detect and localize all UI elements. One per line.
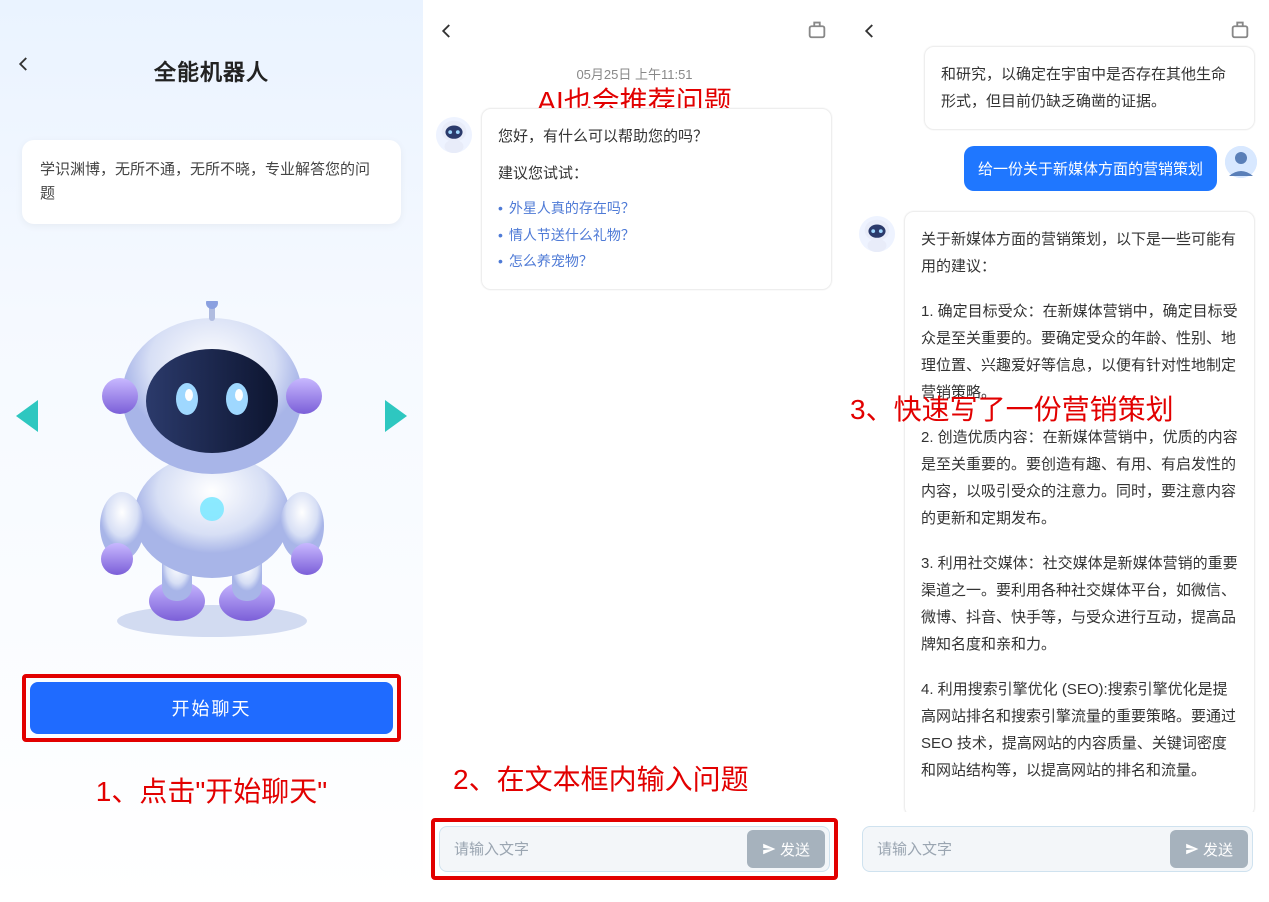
bot-reply-bubble: 关于新媒体方面的营销策划，以下是一些可能有用的建议： 1. 确定目标受众：在新媒… <box>904 211 1255 812</box>
send-button[interactable]: 发送 <box>1170 830 1248 868</box>
intro-text: 学识渊博，无所不通，无所不晓，专业解答您的问题 <box>22 140 401 224</box>
start-chat-button[interactable]: 开始聊天 <box>30 682 393 734</box>
send-icon <box>762 842 776 856</box>
robot-illustration <box>0 280 423 662</box>
greeting-bubble: 您好，有什么可以帮助您的吗？ 建议您试试： 外星人真的存在吗？ 情人节送什么礼物… <box>481 108 832 290</box>
panel-chat-reply: 和研究，以确定在宇宙中是否存在其他生命形式，但目前仍缺乏确凿的证据。 给一份关于… <box>846 0 1269 902</box>
greeting-text: 您好，有什么可以帮助您的吗？ <box>498 123 815 150</box>
message-input[interactable] <box>440 841 747 858</box>
back-button[interactable] <box>438 22 456 40</box>
input-row: 发送 <box>439 826 830 872</box>
suggestion-label: 建议您试试： <box>498 160 815 187</box>
bot-avatar <box>435 116 473 154</box>
menu-icon[interactable] <box>1229 18 1251 40</box>
suggestion-item[interactable]: 外星人真的存在吗？ <box>498 195 815 222</box>
send-button[interactable]: 发送 <box>747 830 825 868</box>
back-button[interactable] <box>861 22 879 40</box>
reply-point: 3. 利用社交媒体：社交媒体是新媒体营销的重要渠道之一。要利用各种社交媒体平台，… <box>921 550 1238 658</box>
annotation-text-2: 2、在文本框内输入问题 <box>423 758 846 798</box>
menu-icon[interactable] <box>806 18 828 40</box>
bot-reply-partial: 和研究，以确定在宇宙中是否存在其他生命形式，但目前仍缺乏确凿的证据。 <box>924 46 1255 130</box>
input-row: 发送 <box>862 826 1253 872</box>
user-message-row: 给一份关于新媒体方面的营销策划 <box>906 146 1257 191</box>
suggestion-item[interactable]: 怎么养宠物？ <box>498 248 815 275</box>
panel-intro: 全能机器人 学识渊博，无所不通，无所不晓，专业解答您的问题 <box>0 0 423 902</box>
page-title: 全能机器人 <box>0 55 423 87</box>
annotation-text-3: 3、快速写了一份营销策划 <box>850 388 1265 428</box>
message-input[interactable] <box>863 841 1170 858</box>
send-icon <box>1185 842 1199 856</box>
user-message: 给一份关于新媒体方面的营销策划 <box>964 146 1217 191</box>
topbar <box>423 18 846 48</box>
bot-reply-row: 关于新媒体方面的营销策划，以下是一些可能有用的建议： 1. 确定目标受众：在新媒… <box>846 211 1269 812</box>
suggestion-list: 外星人真的存在吗？ 情人节送什么礼物？ 怎么养宠物？ <box>498 195 815 275</box>
reply-point: 2. 创造优质内容：在新媒体营销中，优质的内容是至关重要的。要创造有趣、有用、有… <box>921 424 1238 532</box>
reply-intro: 关于新媒体方面的营销策划，以下是一些可能有用的建议： <box>921 226 1238 280</box>
user-avatar <box>1225 146 1257 178</box>
robot-icon <box>62 301 362 641</box>
bot-avatar <box>858 215 896 253</box>
suggestion-item[interactable]: 情人节送什么礼物？ <box>498 222 815 249</box>
reply-point: 4. 利用搜索引擎优化 (SEO):搜索引擎优化是提高网站排名和搜索引擎流量的重… <box>921 676 1238 784</box>
annotation-text-1: 1、点击"开始聊天" <box>0 770 423 810</box>
panel-chat-empty: 05月25日 上午11:51 AI也会推荐问题 您好，有什么可以帮助您的吗？ 建… <box>423 0 846 902</box>
